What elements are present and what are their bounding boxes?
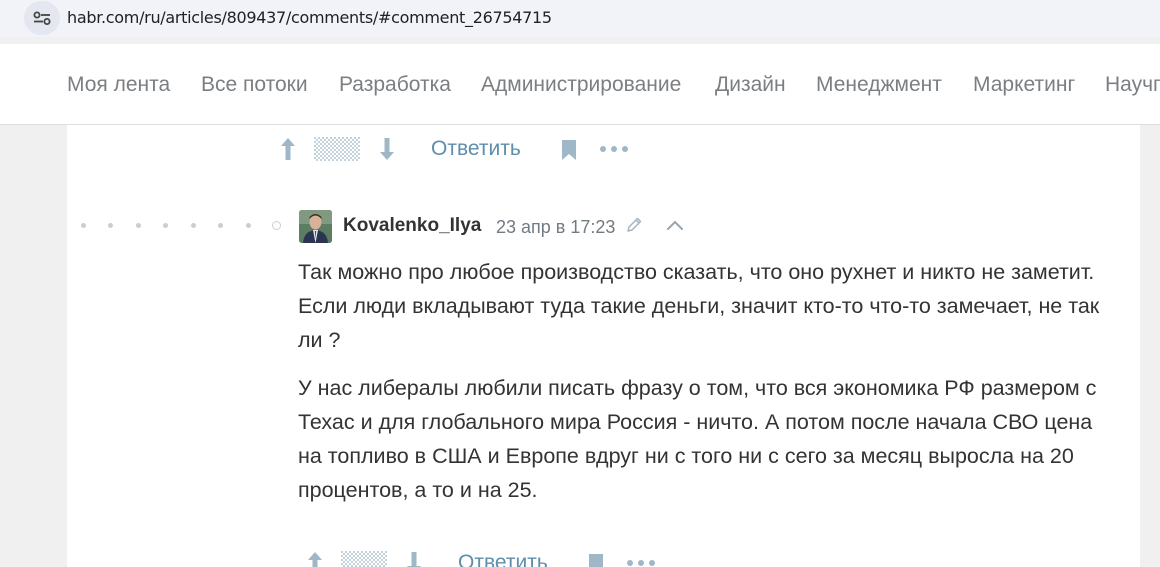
thread-dot	[136, 223, 141, 228]
bookmark-icon[interactable]	[558, 137, 580, 163]
vote-up-icon[interactable]	[302, 549, 328, 567]
thread-dot	[108, 223, 113, 228]
comment-actions: Ответить	[67, 545, 1140, 567]
thread-current-marker[interactable]	[272, 221, 281, 230]
comment-paragraph: У нас либералы любили писать фразу о том…	[298, 376, 1097, 502]
thread-dot	[81, 223, 86, 228]
nav-item-administration[interactable]: Администрирование	[481, 72, 681, 98]
bookmark-icon[interactable]	[585, 551, 607, 567]
vote-down-icon[interactable]	[374, 135, 400, 163]
avatar[interactable]	[299, 210, 332, 243]
edited-pencil-icon	[623, 214, 645, 236]
browser-address-bar: habr.com/ru/articles/809437/comments/#co…	[0, 0, 1160, 37]
more-options-icon[interactable]	[597, 139, 631, 159]
comment-paragraph: Так можно про любое производство сказать…	[298, 260, 1100, 352]
comment-body: Так можно про любое производство сказать…	[298, 255, 1118, 521]
comment-timestamp[interactable]: 23 апр в 17:23	[496, 215, 615, 239]
vote-down-icon[interactable]	[401, 549, 427, 567]
reply-link[interactable]: Ответить	[431, 136, 521, 162]
prev-comment-actions: Ответить	[67, 131, 1140, 167]
collapse-chevron-up-icon[interactable]	[664, 214, 686, 236]
thread-dot	[191, 223, 196, 228]
vote-up-icon[interactable]	[275, 135, 301, 163]
nav-item-management[interactable]: Менеджмент	[816, 72, 942, 98]
thread-dot	[218, 223, 223, 228]
thread-dot	[163, 223, 168, 228]
rating-hidden-icon	[341, 551, 387, 567]
comment-author[interactable]: Kovalenko_Ilya	[343, 214, 481, 238]
nav-item-all-streams[interactable]: Все потоки	[201, 72, 308, 98]
nav-item-design[interactable]: Дизайн	[715, 72, 786, 98]
url-field[interactable]: habr.com/ru/articles/809437/comments/#co…	[67, 0, 552, 36]
rating-hidden-icon	[314, 137, 360, 161]
reply-link[interactable]: Ответить	[458, 550, 548, 567]
comments-card: Ответить Kovalenko_Ilya 23 апр в 17:23 Т…	[67, 125, 1140, 567]
nav-item-marketing[interactable]: Маркетинг	[973, 72, 1075, 98]
nav-item-my-feed[interactable]: Моя лента	[67, 72, 170, 98]
nav-item-popsci[interactable]: Научпоп	[1105, 72, 1160, 98]
more-options-icon[interactable]	[624, 553, 658, 567]
tune-icon[interactable]	[24, 1, 60, 35]
hubs-navigation: Моя лента Все потоки Разработка Админист…	[0, 44, 1160, 125]
thread-dot	[246, 223, 251, 228]
nav-item-development[interactable]: Разработка	[339, 72, 451, 98]
